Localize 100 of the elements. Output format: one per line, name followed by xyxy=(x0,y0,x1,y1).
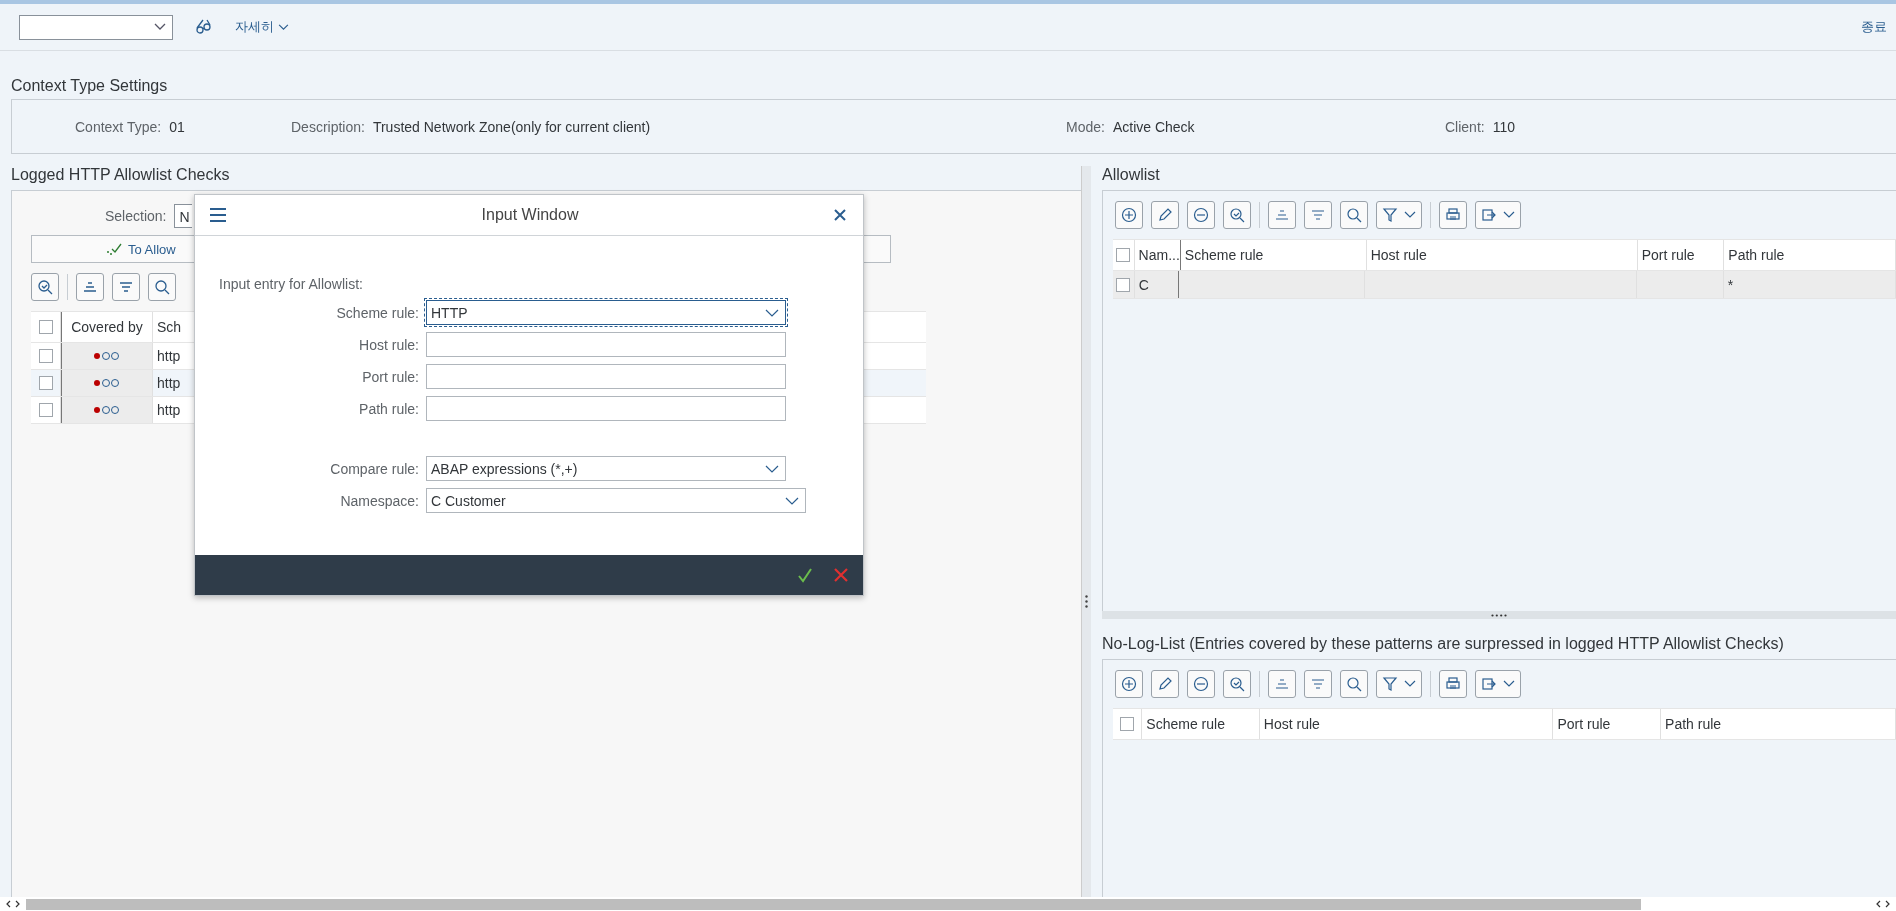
sort-ascending-button[interactable] xyxy=(1268,201,1296,229)
section-title: Logged HTTP Allowlist Checks xyxy=(10,166,231,185)
zoom-in-button[interactable] xyxy=(1115,670,1143,698)
details-button[interactable] xyxy=(1223,670,1251,698)
export-button[interactable] xyxy=(1475,670,1521,698)
chevron-down-icon xyxy=(765,308,779,317)
column-header[interactable]: Scheme rule xyxy=(1180,240,1367,270)
zoom-in-icon xyxy=(1121,676,1137,692)
section-title: No-Log-List (Entries covered by these patterns are surpressed in logged HTTP Allowlist Checks) xyxy=(1101,635,1785,654)
edit-button[interactable] xyxy=(1151,201,1179,229)
dialog-title: Input Window xyxy=(481,206,579,224)
field-label: Description: xyxy=(291,118,365,135)
column-header[interactable]: Port rule xyxy=(1553,709,1662,739)
row-checkbox[interactable] xyxy=(38,376,53,390)
column-header[interactable]: Path rule xyxy=(1724,240,1896,270)
dialog-instruction: Input entry for Allowlist: xyxy=(219,276,364,292)
details-button[interactable] xyxy=(31,273,59,301)
input-field[interactable] xyxy=(426,364,786,389)
details-icon xyxy=(1229,207,1245,223)
search-icon xyxy=(154,279,170,295)
zoom-in-icon xyxy=(1121,207,1137,223)
print-button[interactable] xyxy=(1439,201,1467,229)
chevron-down-icon xyxy=(154,23,166,31)
field-label: Mode: xyxy=(1066,118,1105,135)
remove-button[interactable] xyxy=(1187,201,1215,229)
column-header[interactable]: Covered by xyxy=(61,312,153,342)
sort-descending-icon xyxy=(1310,676,1326,692)
field-label: Compare rule: xyxy=(329,460,420,477)
select-all-checkbox[interactable] xyxy=(1116,248,1131,262)
confirm-check-icon[interactable] xyxy=(797,567,813,583)
filter-icon xyxy=(1382,207,1398,223)
column-header[interactable]: Path rule xyxy=(1661,709,1896,739)
exit-button[interactable]: 종료 xyxy=(1861,18,1887,36)
field-label: Namespace: xyxy=(339,492,420,509)
zoom-in-button[interactable] xyxy=(1115,201,1143,229)
scroll-arrows-icon[interactable] xyxy=(6,900,20,908)
field-value: 01 xyxy=(169,118,185,135)
dropdown-field[interactable]: HTTP xyxy=(426,300,786,325)
splitter-handle[interactable] xyxy=(1491,613,1507,617)
edit-icon xyxy=(1157,207,1173,223)
select-all-checkbox[interactable] xyxy=(1120,717,1135,731)
scrollbar-thumb[interactable] xyxy=(26,898,1641,910)
column-header[interactable]: Host rule xyxy=(1366,240,1638,270)
column-header[interactable]: Scheme rule xyxy=(1142,709,1260,739)
dropdown-field[interactable]: C Customer xyxy=(426,488,806,513)
details-menu-button[interactable]: 자세히 xyxy=(235,18,289,36)
glasses-icon[interactable] xyxy=(195,19,213,35)
select-all-checkbox[interactable] xyxy=(38,320,53,334)
edit-button[interactable] xyxy=(1151,670,1179,698)
chevron-down-icon xyxy=(1404,680,1416,688)
command-dropdown[interactable] xyxy=(19,14,173,40)
search-button[interactable] xyxy=(148,273,176,301)
export-button[interactable] xyxy=(1475,201,1521,229)
row-checkbox[interactable] xyxy=(38,349,53,363)
table-cell: http xyxy=(157,402,181,418)
cancel-icon[interactable] xyxy=(833,567,849,583)
input-field[interactable] xyxy=(426,332,786,357)
search-button[interactable] xyxy=(1340,201,1368,229)
selection-field[interactable]: N xyxy=(174,204,193,228)
table-cell: http xyxy=(157,375,181,391)
export-icon xyxy=(1481,207,1497,223)
field-value: 110 xyxy=(1492,118,1515,135)
sort-descending-button[interactable] xyxy=(1304,201,1332,229)
scroll-arrows-icon[interactable] xyxy=(1876,900,1890,908)
close-icon[interactable] xyxy=(833,208,847,222)
chevron-down-icon xyxy=(765,464,779,473)
magnifier-check-icon xyxy=(37,279,53,295)
table-cell: C xyxy=(1138,276,1149,293)
sort-ascending-button[interactable] xyxy=(76,273,104,301)
chevron-down-icon xyxy=(1404,211,1416,219)
sort-ascending-icon xyxy=(1274,676,1290,692)
remove-button[interactable] xyxy=(1187,670,1215,698)
dropdown-field[interactable]: ABAP expressions (*,+) xyxy=(426,456,786,481)
menu-icon[interactable] xyxy=(209,208,227,222)
print-icon xyxy=(1445,207,1461,223)
remove-icon xyxy=(1193,676,1209,692)
details-icon xyxy=(1229,676,1245,692)
row-checkbox[interactable] xyxy=(38,403,53,417)
column-header[interactable]: Nam... xyxy=(1134,240,1181,270)
print-button[interactable] xyxy=(1439,670,1467,698)
sort-ascending-button[interactable] xyxy=(1268,670,1296,698)
chevron-down-icon xyxy=(278,23,289,31)
search-button[interactable] xyxy=(1340,670,1368,698)
column-header[interactable]: Port rule xyxy=(1637,240,1725,270)
splitter-handle[interactable] xyxy=(1085,595,1088,608)
sort-descending-button[interactable] xyxy=(112,273,140,301)
filter-button[interactable] xyxy=(1376,201,1422,229)
search-icon xyxy=(1346,207,1362,223)
check-icon xyxy=(106,243,122,255)
status-lights-icon xyxy=(93,405,121,415)
field-label: Host rule: xyxy=(358,336,420,353)
sort-descending-button[interactable] xyxy=(1304,670,1332,698)
filter-button[interactable] xyxy=(1376,670,1422,698)
remove-icon xyxy=(1193,207,1209,223)
details-button[interactable] xyxy=(1223,201,1251,229)
input-field[interactable] xyxy=(426,396,786,421)
row-checkbox[interactable] xyxy=(1116,277,1131,292)
selection-label: Selection: xyxy=(105,208,167,224)
section-title: Allowlist xyxy=(1101,166,1161,185)
column-header[interactable]: Host rule xyxy=(1259,709,1554,739)
